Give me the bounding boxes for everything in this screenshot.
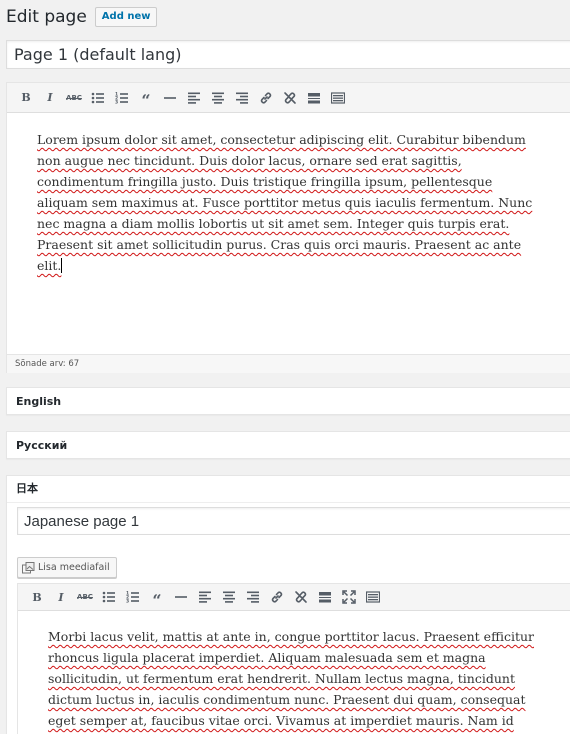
horizontal-rule-button[interactable]	[169, 586, 193, 608]
numbered-list-button[interactable]: 123	[121, 586, 145, 608]
align-right-icon	[236, 92, 248, 104]
language-panel-english[interactable]: English	[6, 387, 570, 415]
align-left-icon	[199, 591, 211, 603]
italic-button[interactable]: I	[38, 87, 62, 109]
align-center-icon	[212, 92, 224, 104]
editor-paragraph: Lorem ipsum dolor sit amet, consectetur …	[37, 132, 533, 273]
language-label-japanese[interactable]: 日本	[7, 476, 570, 503]
align-left-button[interactable]	[182, 87, 206, 109]
bullet-list-button[interactable]	[97, 586, 121, 608]
align-left-button[interactable]	[193, 586, 217, 608]
fullscreen-button[interactable]	[337, 586, 361, 608]
editor-content-area[interactable]: Lorem ipsum dolor sit amet, consectetur …	[7, 113, 570, 354]
japanese-title-input[interactable]	[17, 507, 570, 535]
keyboard-icon	[331, 91, 345, 104]
svg-text:3: 3	[115, 99, 118, 105]
add-new-button[interactable]: Add new	[94, 7, 158, 27]
bullet-list-icon	[91, 92, 104, 103]
japanese-editor-paragraph: Morbi lacus velit, mattis at ante in, co…	[48, 629, 534, 728]
numbered-list-icon: 123	[115, 91, 128, 105]
unlink-icon	[295, 591, 307, 603]
align-center-button[interactable]	[206, 87, 230, 109]
horizontal-rule-button[interactable]	[158, 87, 182, 109]
bullet-list-button[interactable]	[86, 87, 110, 109]
word-count: Sõnade arv: 67	[7, 354, 570, 373]
keyboard-icon	[366, 591, 380, 603]
unlink-button[interactable]	[289, 586, 313, 608]
text-cursor	[61, 258, 63, 273]
language-label-russian: Русский	[16, 439, 68, 452]
blockquote-button[interactable]: “	[134, 87, 158, 110]
add-media-label: Lisa meediafail	[38, 562, 110, 573]
align-right-button[interactable]	[230, 87, 254, 109]
japanese-editor-content-area[interactable]: Morbi lacus velit, mattis at ante in, co…	[18, 611, 570, 734]
page-title: Edit page	[6, 7, 87, 27]
read-more-icon	[319, 592, 331, 603]
link-icon	[260, 92, 272, 103]
horizontal-line-icon	[175, 596, 187, 598]
read-more-button[interactable]	[313, 586, 337, 608]
unlink-icon	[284, 91, 296, 104]
numbered-list-button[interactable]: 123	[110, 87, 134, 109]
read-more-icon	[308, 92, 320, 103]
blockquote-button[interactable]: “	[145, 586, 169, 610]
language-panel-russian[interactable]: Русский	[6, 431, 570, 459]
toolbar-toggle-button[interactable]	[326, 87, 350, 109]
link-button[interactable]	[265, 586, 289, 608]
japanese-editor-toolbar: B I ABC 123 “	[18, 584, 570, 611]
japanese-editor: B I ABC 123 “ Morbi lacus velit, mattis …	[17, 583, 570, 734]
bold-button[interactable]: B	[25, 586, 49, 608]
page-title-input[interactable]	[6, 40, 570, 69]
italic-button[interactable]: I	[49, 586, 73, 608]
link-button[interactable]	[254, 87, 278, 109]
strikethrough-button[interactable]: ABC	[62, 87, 86, 109]
align-right-icon	[247, 591, 259, 603]
align-left-icon	[188, 92, 200, 104]
toolbar-toggle-button[interactable]	[361, 586, 385, 608]
horizontal-line-icon	[164, 96, 176, 99]
unlink-button[interactable]	[278, 87, 302, 109]
fullscreen-icon	[342, 590, 356, 604]
svg-text:3: 3	[126, 599, 129, 605]
numbered-list-icon: 123	[126, 591, 139, 605]
editor-toolbar: B I ABC 123 “	[7, 83, 570, 113]
read-more-button[interactable]	[302, 87, 326, 109]
media-icon	[22, 561, 35, 573]
link-icon	[271, 591, 283, 603]
align-center-icon	[223, 591, 235, 603]
main-editor: B I ABC 123 “ Lorem ipsum dolor sit amet…	[6, 82, 570, 373]
add-media-button[interactable]: Lisa meediafail	[17, 557, 117, 578]
page-header: Edit page Add new	[6, 6, 158, 28]
strikethrough-button[interactable]: ABC	[73, 586, 97, 608]
bullet-list-icon	[102, 591, 115, 603]
align-center-button[interactable]	[217, 586, 241, 608]
language-panel-japanese: 日本 Lisa meediafail B I ABC 123 “	[6, 475, 570, 734]
bold-button[interactable]: B	[14, 87, 38, 109]
language-label-english: English	[16, 395, 62, 408]
align-right-button[interactable]	[241, 586, 265, 608]
